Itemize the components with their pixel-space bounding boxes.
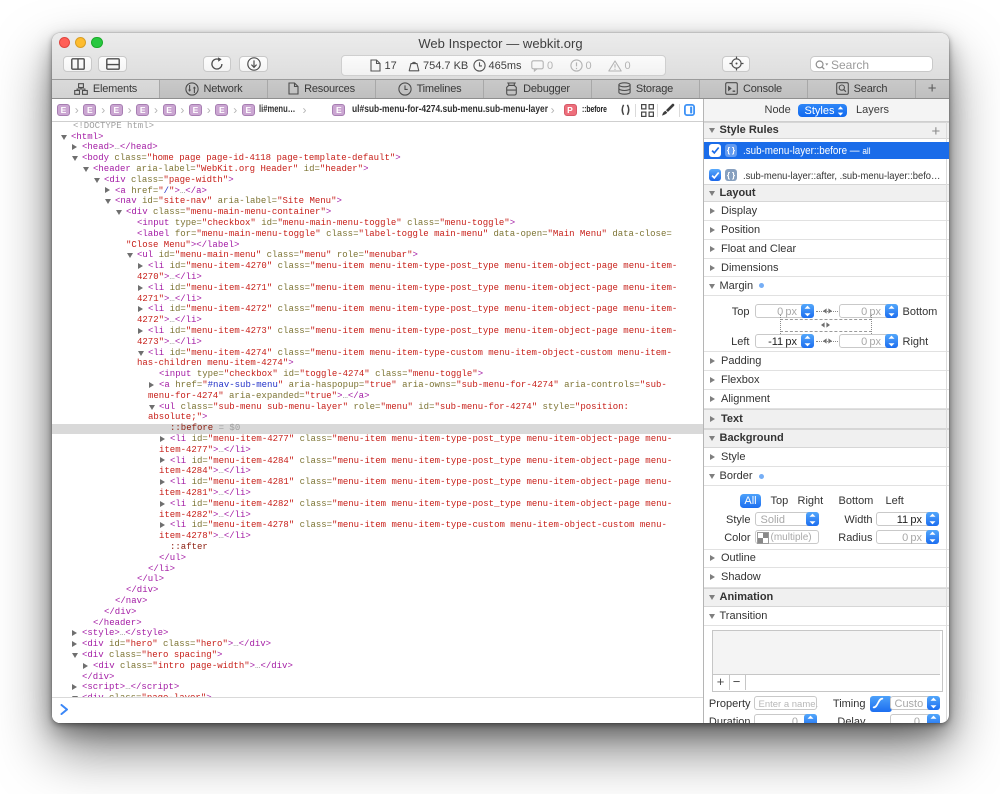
svg-text:{ }: { } (726, 170, 735, 180)
svg-text:{ }: { } (726, 145, 735, 155)
